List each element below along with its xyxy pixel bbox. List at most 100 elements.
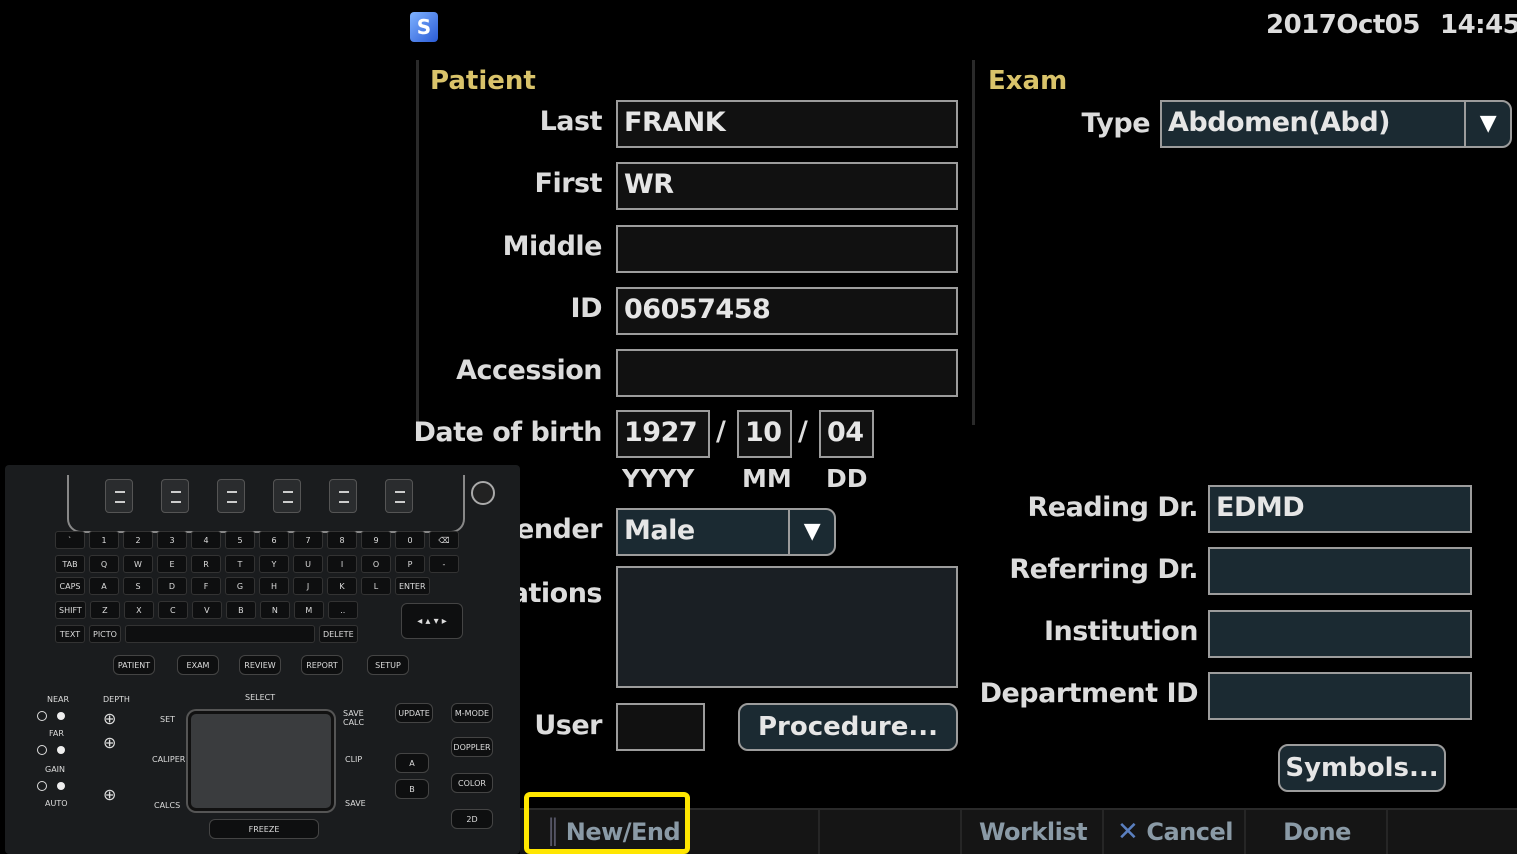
key: CAPS [55, 577, 85, 595]
key: Y [259, 555, 289, 573]
key: ENTER [395, 577, 430, 595]
dob-day-field[interactable]: 04 [819, 410, 874, 458]
first-name-field[interactable]: WR [616, 162, 958, 210]
referring-dr-field[interactable] [1208, 547, 1472, 595]
setup-key: SETUP [367, 655, 409, 675]
exam-type-value: Abdomen(Abd) [1168, 107, 1391, 138]
doppler-key: DOPPLER [451, 737, 493, 757]
trackpad [188, 711, 334, 811]
chevron-down-icon[interactable]: ▼ [788, 510, 834, 554]
tgc-dot [57, 782, 65, 790]
key: E [157, 555, 187, 573]
tgc-dot [57, 712, 65, 720]
key: 3 [157, 531, 187, 549]
key: 2 [123, 531, 153, 549]
left-divider [416, 60, 419, 440]
softkey-3 [217, 479, 245, 513]
keyboard-row-4: SHIFT Z X C V B N M .. [55, 601, 358, 619]
update-key: UPDATE [395, 703, 433, 723]
user-label: User [534, 710, 602, 741]
key: 5 [225, 531, 255, 549]
id-field[interactable]: 06057458 [616, 287, 958, 335]
empty-toolbar-slot [690, 810, 820, 854]
exam-section-title: Exam [988, 66, 1068, 96]
keyboard-row-1: ` 1 2 3 4 5 6 7 8 9 0 ⌫ [55, 531, 459, 549]
time-display: 14:45 [1440, 10, 1517, 40]
close-icon: ✕ [1117, 817, 1139, 847]
dob-day-hint: DD [826, 464, 868, 493]
key: R [191, 555, 221, 573]
accession-label: Accession [456, 355, 602, 386]
department-id-label: Department ID [979, 678, 1199, 709]
softkey-4 [273, 479, 301, 513]
key: V [191, 601, 222, 619]
exam-type-label: Type [1081, 108, 1151, 139]
section-divider [972, 60, 975, 425]
gender-value: Male [624, 515, 695, 546]
key: C [157, 601, 188, 619]
gender-dropdown[interactable]: Male ▼ [616, 508, 836, 556]
tgc-circle [37, 781, 47, 791]
empty-toolbar-slot [822, 810, 962, 854]
exam-type-dropdown[interactable]: Abdomen(Abd) ▼ [1160, 100, 1512, 148]
key: X [123, 601, 154, 619]
key: 7 [293, 531, 323, 549]
keyboard-row-2: TAB Q W E R T Y U I O P - [55, 555, 459, 573]
select-label: SELECT [245, 693, 276, 702]
arrow-pad-icon: ◂ ▴ ▾ ▸ [401, 603, 463, 639]
procedure-button[interactable]: Procedure... [738, 703, 958, 751]
user-field[interactable] [616, 703, 705, 751]
key: DELETE [318, 625, 358, 643]
dob-month-hint: MM [742, 464, 792, 493]
done-button[interactable]: Done [1248, 810, 1388, 854]
middle-name-field[interactable] [616, 225, 958, 273]
key: H [259, 577, 289, 595]
cancel-button[interactable]: ✕ Cancel [1106, 810, 1246, 854]
id-label: ID [570, 293, 603, 324]
key: G [225, 577, 255, 595]
dob-year-hint: YYYY [622, 464, 695, 493]
key: ` [55, 531, 85, 549]
keyboard-row-5: TEXT PICTO DELETE [55, 625, 358, 643]
first-name-label: First [534, 168, 603, 199]
key: W [123, 555, 153, 573]
cancel-label: Cancel [1146, 818, 1233, 846]
softkey-5 [329, 479, 357, 513]
freeze-key: FREEZE [209, 819, 319, 839]
calcs-label: CALCS [154, 801, 181, 810]
institution-field[interactable] [1208, 610, 1472, 658]
dob-separator: / [798, 416, 808, 447]
dob-separator: / [716, 416, 726, 447]
worklist-button[interactable]: Worklist [964, 810, 1104, 854]
key: TAB [55, 555, 85, 573]
b-key: B [395, 779, 429, 799]
last-name-field[interactable]: FRANK [616, 100, 958, 148]
key: D [157, 577, 187, 595]
key: SHIFT [55, 601, 86, 619]
key: S [123, 577, 153, 595]
key: 8 [327, 531, 357, 549]
middle-name-label: Middle [502, 231, 603, 262]
indications-field[interactable] [616, 566, 958, 688]
department-id-field[interactable] [1208, 672, 1472, 720]
symbols-button[interactable]: Symbols... [1278, 744, 1446, 792]
review-key: REVIEW [239, 655, 281, 675]
accession-field[interactable] [616, 349, 958, 397]
dob-month-field[interactable]: 10 [737, 410, 792, 458]
key: B [225, 601, 256, 619]
save-label: SAVE [345, 799, 366, 808]
key: L [361, 577, 391, 595]
caliper-label: CALIPER [152, 755, 186, 764]
last-name-label: Last [539, 106, 603, 137]
reading-dr-label: Reading Dr. [1027, 492, 1199, 523]
reading-dr-field[interactable]: EDMD [1208, 485, 1472, 533]
key: ⌫ [429, 531, 459, 549]
chevron-down-icon[interactable]: ▼ [1464, 102, 1510, 146]
key: TEXT [55, 625, 85, 643]
dob-label: Date of birth [413, 417, 603, 448]
gain-label: GAIN [45, 765, 66, 774]
spacebar [124, 625, 315, 643]
dob-year-field[interactable]: 1927 [616, 410, 710, 458]
softkey-1 [105, 479, 133, 513]
highlight-box [524, 792, 690, 854]
